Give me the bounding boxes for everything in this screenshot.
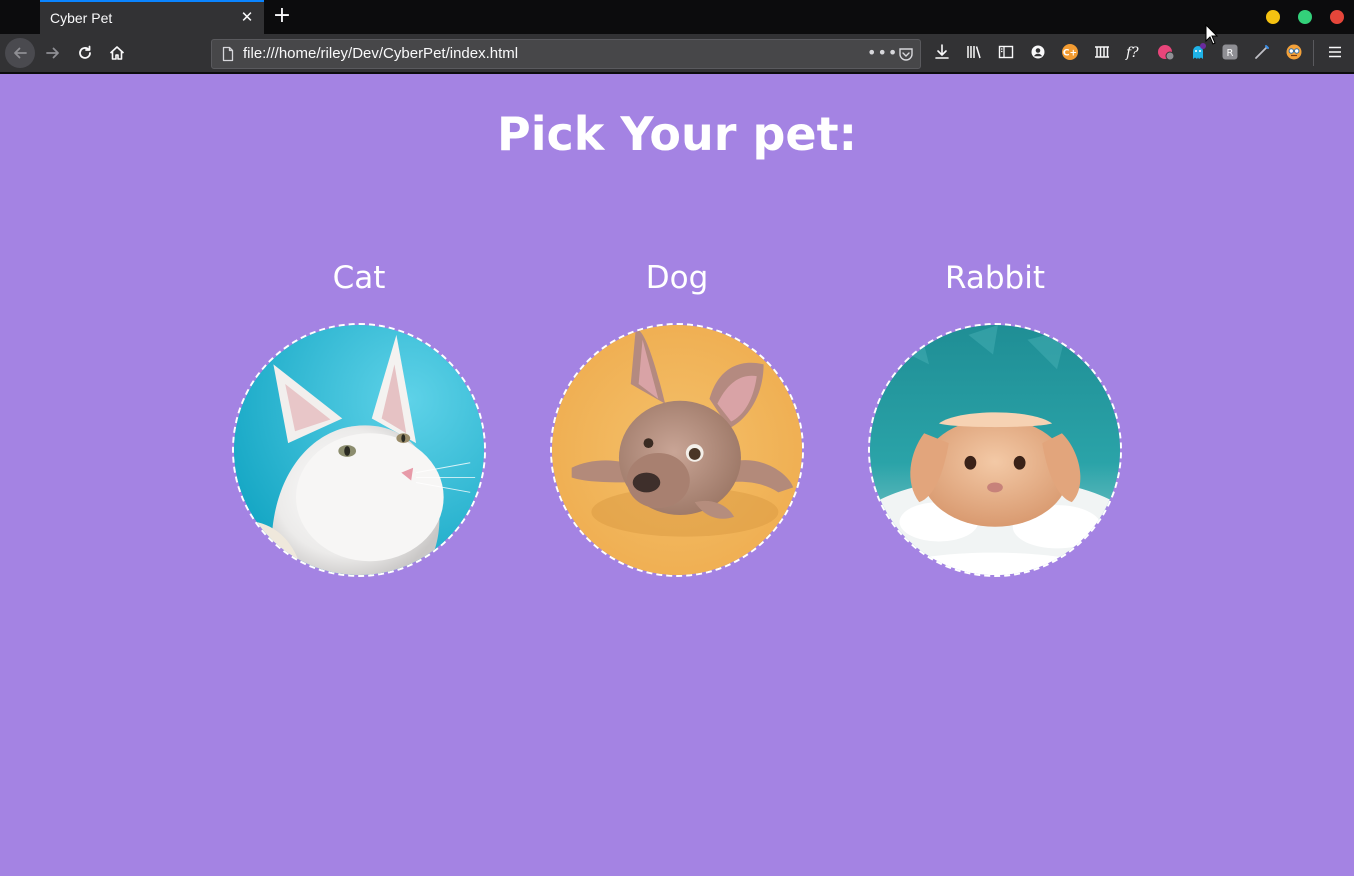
pet-label-rabbit: Rabbit — [945, 260, 1045, 296]
page-title: Pick Your pet: — [496, 107, 857, 161]
svg-text:f?: f? — [1125, 45, 1139, 61]
mouse-cursor-icon — [1205, 24, 1219, 45]
pocket-icon[interactable] — [898, 46, 914, 62]
pet-label-dog: Dog — [645, 260, 709, 296]
reload-icon — [79, 45, 91, 59]
tab-strip: Cyber Pet ✕ + — [0, 0, 1354, 34]
extension-pink-icon[interactable] — [1157, 43, 1175, 61]
page-icon — [222, 46, 234, 62]
pet-option-rabbit[interactable]: Rabbit — [868, 257, 1122, 577]
pet-label-cat: Cat — [332, 260, 386, 296]
rabbit-image[interactable] — [868, 323, 1122, 577]
tab-close-icon[interactable]: ✕ — [239, 9, 255, 25]
extension-grid-icon[interactable] — [1093, 43, 1111, 61]
eyedropper-icon[interactable] — [1253, 43, 1271, 61]
url-bar[interactable]: file:///home/riley/Dev/CyberPet/index.ht… — [211, 39, 921, 69]
page-actions-icon[interactable]: ••• — [867, 43, 898, 62]
pet-option-cat[interactable]: Cat — [232, 257, 486, 577]
reload-button[interactable] — [70, 38, 100, 68]
extension-face-icon[interactable] — [1285, 43, 1303, 61]
hamburger-menu-icon[interactable] — [1326, 43, 1344, 61]
pet-option-dog[interactable]: Dog — [550, 257, 804, 577]
new-tab-button[interactable]: + — [270, 4, 294, 28]
window-maximize-button[interactable] — [1298, 10, 1312, 24]
downloads-icon[interactable] — [933, 43, 951, 61]
font-finder-icon[interactable]: f? — [1125, 43, 1143, 61]
window-minimize-button[interactable] — [1266, 10, 1280, 24]
library-icon[interactable] — [965, 43, 983, 61]
page-content: Pick Your pet: Cat Dog Rabbit — [0, 74, 1354, 876]
home-icon — [109, 46, 125, 60]
tab-title: Cyber Pet — [50, 10, 113, 26]
forward-button[interactable] — [38, 38, 68, 68]
account-icon[interactable] — [1029, 43, 1047, 61]
svg-text:R: R — [1227, 48, 1234, 59]
window-close-button[interactable] — [1330, 10, 1344, 24]
home-button[interactable] — [102, 38, 132, 68]
extension-gray-icon[interactable]: R — [1221, 43, 1239, 61]
tab-cyber-pet[interactable]: Cyber Pet ✕ — [40, 0, 264, 34]
dog-image[interactable] — [550, 323, 804, 577]
svg-text:C+: C+ — [1063, 49, 1077, 59]
back-button[interactable] — [5, 38, 35, 68]
url-text[interactable]: file:///home/riley/Dev/CyberPet/index.ht… — [243, 45, 518, 62]
navigation-toolbar: file:///home/riley/Dev/CyberPet/index.ht… — [0, 34, 1354, 73]
toolbar-separator — [1313, 40, 1314, 66]
cat-image[interactable] — [232, 323, 486, 577]
extension-orange-icon[interactable]: C+ — [1061, 43, 1079, 61]
sidebar-icon[interactable] — [997, 43, 1015, 61]
back-arrow-icon — [14, 47, 27, 59]
forward-arrow-icon — [46, 47, 59, 59]
